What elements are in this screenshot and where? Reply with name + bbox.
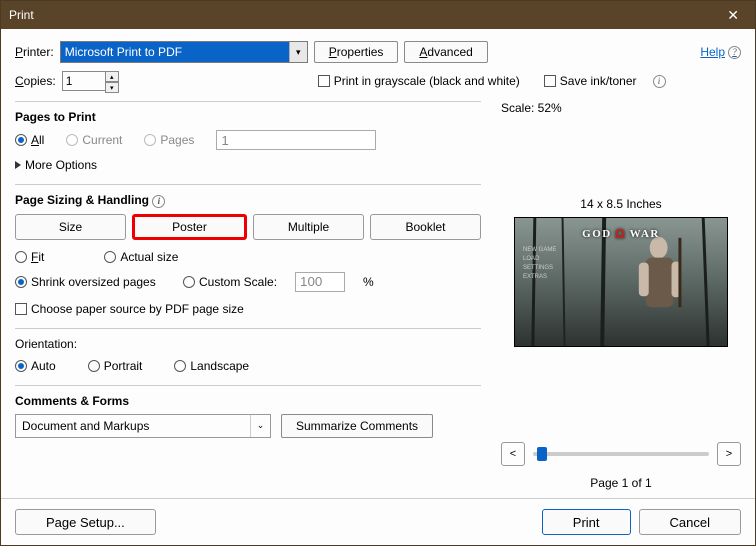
- choose-paper-checkbox[interactable]: Choose paper source by PDF page size: [15, 302, 481, 316]
- printer-value: Microsoft Print to PDF: [65, 45, 182, 59]
- page-indicator: Page 1 of 1: [501, 476, 741, 490]
- radio-shrink[interactable]: Shrink oversized pages: [15, 275, 165, 289]
- radio-pages[interactable]: Pages: [144, 133, 194, 147]
- radio-orient-portrait[interactable]: Portrait: [88, 359, 143, 373]
- info-icon[interactable]: i: [152, 195, 165, 208]
- chevron-down-icon: ▾: [289, 42, 307, 62]
- print-button[interactable]: Print: [542, 509, 631, 535]
- advanced-button[interactable]: Advanced: [404, 41, 487, 63]
- properties-button[interactable]: Properties: [314, 41, 399, 63]
- pages-input[interactable]: [216, 130, 376, 150]
- cancel-button[interactable]: Cancel: [639, 509, 741, 535]
- summarize-button[interactable]: Summarize Comments: [281, 414, 433, 438]
- comments-title: Comments & Forms: [15, 394, 481, 408]
- radio-actual[interactable]: Actual size: [104, 250, 178, 264]
- save-ink-checkbox[interactable]: Save ink/toner: [544, 74, 637, 88]
- preview-thumbnail: GOD Ω WAR NEW GAMELOADSETTINGSEXTRAS: [514, 217, 728, 347]
- orientation-section: Orientation: Auto Portrait Landscape: [15, 328, 481, 385]
- radio-fit[interactable]: Fit: [15, 250, 44, 264]
- tab-multiple[interactable]: Multiple: [253, 214, 364, 240]
- radio-all[interactable]: All: [15, 133, 44, 147]
- help-link[interactable]: Help ?: [700, 45, 741, 59]
- preview-dimensions: 14 x 8.5 Inches: [501, 197, 741, 211]
- radio-custom-scale[interactable]: Custom Scale:: [183, 275, 277, 289]
- slider-thumb[interactable]: [537, 447, 547, 461]
- close-icon[interactable]: ✕: [719, 3, 747, 28]
- tab-size[interactable]: Size: [15, 214, 126, 240]
- sizing-title: Page Sizing & Handling i: [15, 193, 481, 208]
- comments-select[interactable]: Document and Markups ⌄: [15, 414, 271, 438]
- sizing-section: Page Sizing & Handling i Size Poster Mul…: [15, 184, 481, 328]
- info-icon[interactable]: i: [653, 75, 666, 88]
- printer-label: Printer:: [15, 45, 54, 59]
- titlebar: Print ✕: [1, 1, 755, 29]
- help-icon: ?: [728, 46, 741, 59]
- stepper-up-icon[interactable]: ▴: [105, 71, 119, 82]
- orientation-title: Orientation:: [15, 337, 481, 351]
- pages-title: Pages to Print: [15, 110, 481, 124]
- triangle-right-icon: [15, 161, 21, 169]
- stepper-down-icon[interactable]: ▾: [105, 82, 119, 93]
- radio-orient-auto[interactable]: Auto: [15, 359, 56, 373]
- scale-label: Scale: 52%: [501, 101, 741, 115]
- tab-poster[interactable]: Poster: [132, 214, 247, 240]
- page-setup-button[interactable]: Page Setup...: [15, 509, 156, 535]
- printer-select[interactable]: Microsoft Print to PDF ▾: [60, 41, 308, 63]
- preview-menu-text: NEW GAMELOADSETTINGSEXTRAS: [523, 246, 556, 282]
- prev-page-button[interactable]: <: [501, 442, 525, 466]
- next-page-button[interactable]: >: [717, 442, 741, 466]
- radio-orient-landscape[interactable]: Landscape: [174, 359, 249, 373]
- grayscale-checkbox[interactable]: Print in grayscale (black and white): [318, 74, 520, 88]
- custom-scale-input[interactable]: [295, 272, 345, 292]
- page-slider[interactable]: [533, 452, 709, 456]
- copies-label: Copies:: [15, 74, 56, 88]
- more-options-toggle[interactable]: More Options: [15, 158, 481, 172]
- copies-stepper[interactable]: 1 ▴▾: [62, 71, 106, 91]
- chevron-down-icon: ⌄: [250, 415, 270, 437]
- window-title: Print: [9, 8, 34, 22]
- preview-caption-text: GOD Ω WAR: [582, 226, 660, 241]
- tab-booklet[interactable]: Booklet: [370, 214, 481, 240]
- comments-section: Comments & Forms Document and Markups ⌄ …: [15, 385, 481, 442]
- radio-current[interactable]: Current: [66, 133, 122, 147]
- pages-to-print-section: Pages to Print All Current Pages More Op…: [15, 101, 481, 184]
